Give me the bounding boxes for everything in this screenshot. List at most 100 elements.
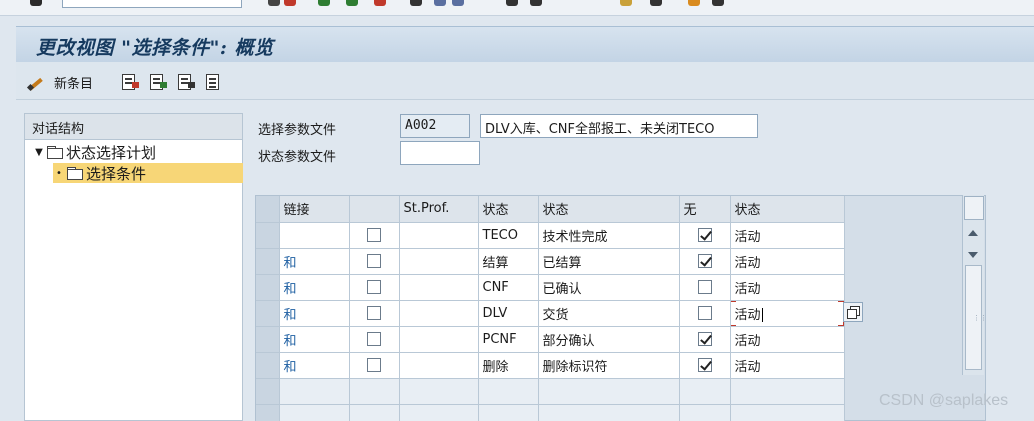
none-checkbox[interactable] bbox=[697, 358, 712, 372]
column-settings-button[interactable] bbox=[964, 196, 984, 220]
stprof-cell[interactable] bbox=[399, 300, 479, 327]
first-page-icon[interactable] bbox=[434, 0, 446, 6]
status-profile-label: 状态参数文件 bbox=[258, 150, 337, 165]
status-code-cell[interactable]: 删除 bbox=[478, 352, 539, 379]
status-text-cell: 技术性完成 bbox=[538, 222, 680, 249]
flag-checkbox[interactable] bbox=[367, 254, 381, 268]
state-cell[interactable]: 活动 bbox=[730, 274, 845, 301]
next-page-icon[interactable] bbox=[506, 0, 518, 6]
column-header-state[interactable]: 状态 bbox=[730, 196, 845, 223]
table-row: 和 DLV 交货 活动 bbox=[256, 300, 845, 327]
status-code-cell[interactable]: TECO bbox=[478, 222, 539, 249]
select-block-button[interactable] bbox=[176, 72, 195, 92]
flag-checkbox[interactable] bbox=[367, 358, 381, 372]
link-cell[interactable]: 和 bbox=[279, 352, 350, 379]
row-selector[interactable] bbox=[256, 352, 280, 379]
folder-open-icon bbox=[67, 167, 83, 180]
state-cell[interactable]: 活动 bbox=[730, 326, 845, 353]
back-icon[interactable] bbox=[268, 0, 280, 6]
table-header-row: 链接 St.Prof. 状态 状态 无 状态 bbox=[256, 196, 845, 223]
column-header-stprof[interactable]: St.Prof. bbox=[399, 196, 479, 223]
row-selector[interactable] bbox=[256, 274, 280, 301]
value-help-button[interactable] bbox=[843, 302, 863, 322]
status-text-cell: 已确认 bbox=[538, 274, 680, 301]
row-selector[interactable] bbox=[256, 222, 280, 249]
none-checkbox[interactable] bbox=[697, 306, 712, 320]
row-selector[interactable] bbox=[256, 248, 280, 275]
prev-page-icon[interactable] bbox=[452, 0, 464, 6]
layout-icon[interactable] bbox=[712, 0, 724, 6]
row-selector[interactable] bbox=[256, 378, 280, 405]
deselect-all-button[interactable] bbox=[204, 72, 222, 92]
save-icon[interactable] bbox=[284, 0, 296, 6]
flag-checkbox[interactable] bbox=[367, 228, 381, 242]
stprof-cell[interactable] bbox=[399, 222, 479, 249]
stprof-cell[interactable] bbox=[399, 248, 479, 275]
find-icon[interactable] bbox=[410, 0, 422, 6]
none-checkbox[interactable] bbox=[697, 254, 712, 268]
command-field[interactable] bbox=[62, 0, 242, 8]
dialog-structure-header: 对话结构 bbox=[25, 114, 242, 140]
table-row: TECO 技术性完成 活动 bbox=[256, 222, 845, 249]
tree-node-selection-conditions[interactable]: • 选择条件 bbox=[53, 163, 243, 183]
column-header-status-text[interactable]: 状态 bbox=[538, 196, 680, 223]
scroll-up-arrow-icon[interactable] bbox=[968, 230, 978, 236]
row-selector[interactable] bbox=[256, 404, 280, 421]
stprof-cell[interactable] bbox=[399, 352, 479, 379]
delete-button[interactable] bbox=[120, 72, 139, 92]
column-header-status-code[interactable]: 状态 bbox=[478, 196, 539, 223]
state-cell[interactable]: 活动 bbox=[730, 248, 845, 275]
delete-entry-icon bbox=[120, 73, 139, 91]
row-selector[interactable] bbox=[256, 300, 280, 327]
none-checkbox[interactable] bbox=[697, 280, 712, 294]
state-cell-focused[interactable]: 活动 bbox=[730, 300, 845, 327]
selection-profile-field[interactable]: A002 bbox=[400, 114, 470, 138]
column-header-none[interactable]: 无 bbox=[679, 196, 731, 223]
tree-node-status-selection-plan[interactable]: ▼ 状态选择计划 bbox=[33, 142, 156, 162]
expand-triangle-icon[interactable]: ▼ bbox=[33, 147, 45, 158]
state-cell[interactable]: 活动 bbox=[730, 352, 845, 379]
stprof-cell[interactable] bbox=[399, 326, 479, 353]
column-header-link[interactable]: 链接 bbox=[279, 196, 350, 223]
new-entries-button[interactable]: 新条目 bbox=[26, 72, 93, 92]
row-selector[interactable] bbox=[256, 326, 280, 353]
scroll-down-arrow-icon[interactable] bbox=[968, 252, 978, 258]
title-bar: 更改视图 "选择条件": 概览 bbox=[16, 26, 1034, 62]
flag-checkbox[interactable] bbox=[367, 332, 381, 346]
shortcut-icon[interactable] bbox=[650, 0, 662, 6]
bullet-icon: • bbox=[56, 167, 62, 179]
state-cell[interactable]: 活动 bbox=[730, 222, 845, 249]
link-cell[interactable]: 和 bbox=[279, 326, 350, 353]
select-all-button[interactable] bbox=[148, 72, 167, 92]
status-code-cell[interactable]: CNF bbox=[478, 274, 539, 301]
table-vertical-scrollbar[interactable]: ⋮⋮ bbox=[962, 195, 987, 375]
column-header-flag[interactable] bbox=[349, 196, 400, 223]
status-code-cell[interactable]: 结算 bbox=[478, 248, 539, 275]
select-all-rows-cell[interactable] bbox=[256, 196, 280, 223]
cancel-icon[interactable] bbox=[346, 0, 358, 6]
link-cell[interactable]: 和 bbox=[279, 274, 350, 301]
exit-icon[interactable] bbox=[318, 0, 330, 6]
new-session-icon[interactable] bbox=[620, 0, 632, 6]
flag-checkbox[interactable] bbox=[367, 306, 381, 320]
status-code-cell[interactable]: DLV bbox=[478, 300, 539, 327]
link-cell[interactable]: 和 bbox=[279, 248, 350, 275]
print-icon[interactable] bbox=[374, 0, 386, 6]
tree-node-label: 选择条件 bbox=[86, 164, 147, 183]
flag-checkbox[interactable] bbox=[367, 280, 381, 294]
last-page-icon[interactable] bbox=[530, 0, 542, 6]
selection-conditions-table: 链接 St.Prof. 状态 状态 无 状态 TECO 技术性完成 活动 和 结… bbox=[255, 195, 986, 421]
link-cell[interactable] bbox=[279, 222, 350, 249]
table-row-empty bbox=[256, 404, 845, 421]
scroll-thumb[interactable]: ⋮⋮ bbox=[965, 265, 987, 370]
status-profile-field[interactable] bbox=[400, 141, 480, 165]
stprof-cell[interactable] bbox=[399, 274, 479, 301]
enter-icon[interactable] bbox=[30, 0, 42, 6]
table-row-empty bbox=[256, 378, 845, 405]
link-cell[interactable]: 和 bbox=[279, 300, 350, 327]
none-checkbox[interactable] bbox=[697, 332, 712, 346]
none-checkbox[interactable] bbox=[697, 228, 712, 242]
status-code-cell[interactable]: PCNF bbox=[478, 326, 539, 353]
help-icon[interactable] bbox=[688, 0, 700, 6]
status-text-cell: 删除标识符 bbox=[538, 352, 680, 379]
